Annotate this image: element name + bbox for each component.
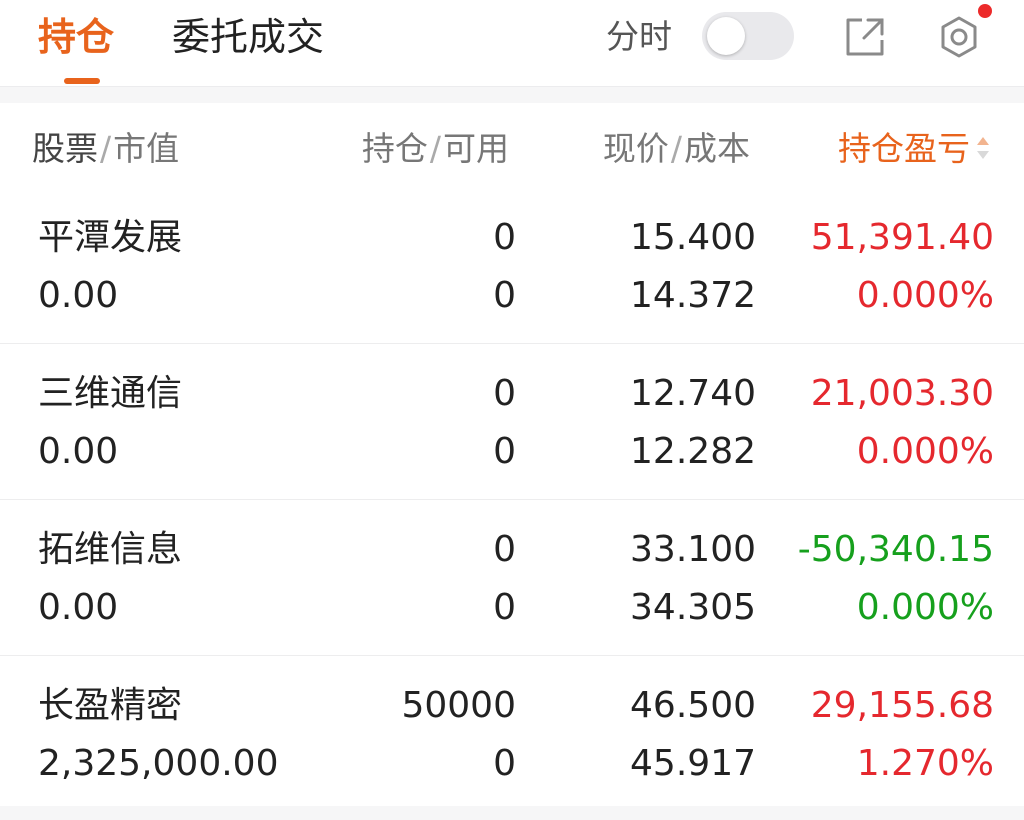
active-tab-indicator bbox=[64, 78, 100, 84]
sort-icon[interactable] bbox=[974, 134, 992, 162]
stock-name: 平潭发展 bbox=[38, 217, 183, 258]
current-price: 46.500 bbox=[630, 685, 756, 726]
notification-dot bbox=[978, 4, 992, 18]
profit-loss: 51,391.40 bbox=[810, 217, 994, 258]
position-row[interactable]: 平潭发展 0.00 0 0 15.400 14.372 51,391.40 0.… bbox=[0, 188, 1024, 344]
tab-orders-trades[interactable]: 委托成交 bbox=[172, 14, 324, 60]
stock-name: 三维通信 bbox=[38, 373, 183, 414]
header-stock-market-value: 股票/市值 bbox=[32, 129, 180, 168]
available-qty: 0 bbox=[493, 275, 516, 316]
stock-name: 拓维信息 bbox=[38, 529, 183, 570]
position-qty: 50000 bbox=[401, 685, 516, 726]
intraday-label: 分时 bbox=[606, 17, 672, 56]
profit-loss-percent: 0.000% bbox=[856, 431, 994, 472]
header-price: 现价 bbox=[602, 129, 669, 168]
position-row[interactable]: 三维通信 0.00 0 0 12.740 12.282 21,003.30 0.… bbox=[0, 344, 1024, 500]
header-position: 持仓 bbox=[361, 129, 428, 168]
share-external-icon[interactable] bbox=[842, 14, 888, 60]
toggle-knob bbox=[707, 17, 745, 55]
current-price: 15.400 bbox=[630, 217, 756, 258]
tab-positions[interactable]: 持仓 bbox=[38, 14, 114, 60]
profit-loss: 29,155.68 bbox=[810, 685, 994, 726]
cost-price: 45.917 bbox=[630, 743, 756, 784]
cost-price: 14.372 bbox=[630, 275, 756, 316]
available-qty: 0 bbox=[493, 587, 516, 628]
cost-price: 12.282 bbox=[630, 431, 756, 472]
profit-loss-percent: 1.270% bbox=[856, 743, 994, 784]
profit-loss: -50,340.15 bbox=[797, 529, 994, 570]
market-value: 0.00 bbox=[38, 275, 119, 316]
current-price: 33.100 bbox=[630, 529, 756, 570]
stock-name: 长盈精密 bbox=[38, 685, 183, 726]
position-row[interactable]: 长盈精密 2,325,000.00 50000 0 46.500 45.917 … bbox=[0, 656, 1024, 812]
profit-loss-percent: 0.000% bbox=[856, 275, 994, 316]
available-qty: 0 bbox=[493, 431, 516, 472]
position-row[interactable]: 拓维信息 0.00 0 0 33.100 34.305 -50,340.15 0… bbox=[0, 500, 1024, 656]
column-header: 股票/市值 持仓/可用 现价/成本 持仓盈亏 bbox=[0, 104, 1024, 188]
position-qty: 0 bbox=[493, 217, 516, 258]
market-value: 0.00 bbox=[38, 431, 119, 472]
position-qty: 0 bbox=[493, 529, 516, 570]
gear-icon[interactable] bbox=[934, 12, 984, 62]
available-qty: 0 bbox=[493, 743, 516, 784]
header-position-available: 持仓/可用 bbox=[361, 129, 509, 168]
intraday-toggle[interactable] bbox=[702, 12, 794, 60]
header-cost: 成本 bbox=[684, 129, 750, 168]
market-value: 0.00 bbox=[38, 587, 119, 628]
bottom-separator bbox=[0, 806, 1024, 820]
market-value: 2,325,000.00 bbox=[38, 743, 279, 784]
top-bar: 持仓 委托成交 分时 bbox=[0, 0, 1024, 86]
header-market-value: 市值 bbox=[113, 129, 180, 168]
current-price: 12.740 bbox=[630, 373, 756, 414]
cost-price: 34.305 bbox=[630, 587, 756, 628]
header-available: 可用 bbox=[443, 129, 509, 168]
header-profit-loss[interactable]: 持仓盈亏 bbox=[838, 128, 970, 170]
header-price-cost: 现价/成本 bbox=[602, 129, 750, 168]
profit-loss: 21,003.30 bbox=[810, 373, 994, 414]
profit-loss-percent: 0.000% bbox=[856, 587, 994, 628]
position-qty: 0 bbox=[493, 373, 516, 414]
section-separator bbox=[0, 86, 1024, 103]
header-stock: 股票 bbox=[32, 129, 98, 168]
